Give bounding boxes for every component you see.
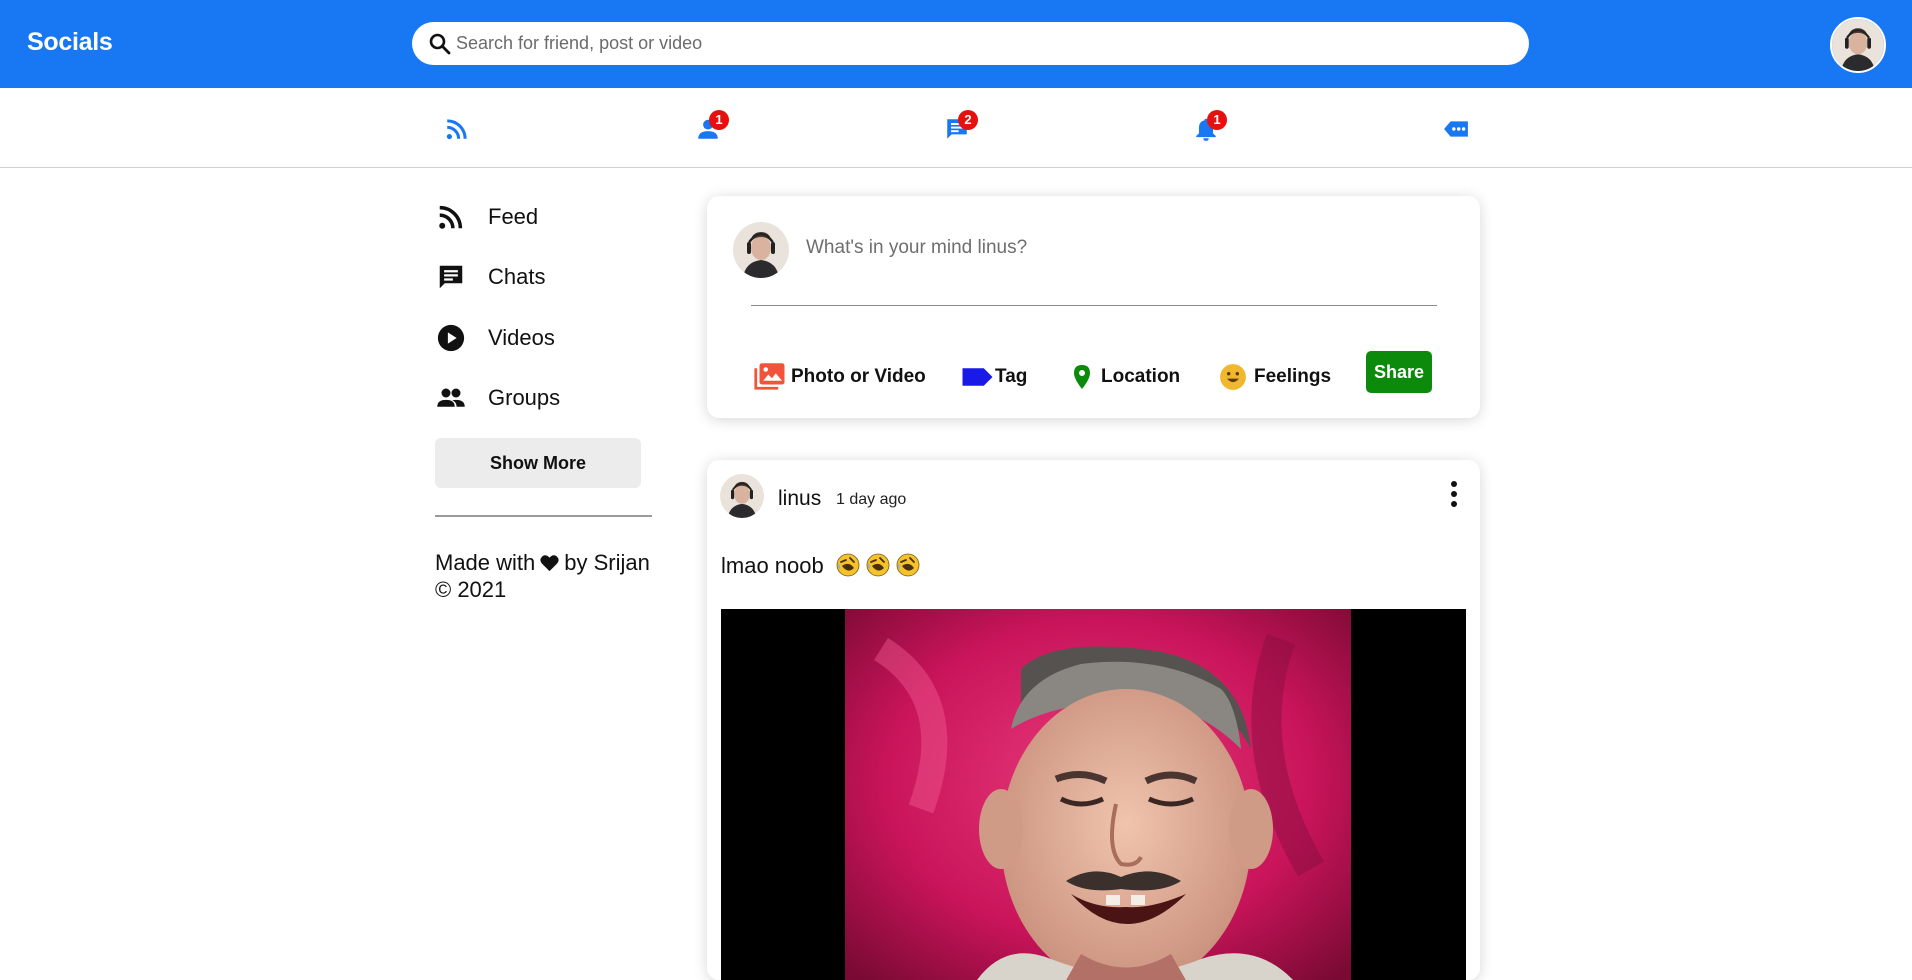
post-card: linus 1 day ago lmao noob xyxy=(707,460,1480,980)
rolling-laughing-emoji-icon xyxy=(896,553,920,577)
profile-avatar[interactable] xyxy=(1830,17,1886,73)
sidebar-item-label: Groups xyxy=(488,385,561,410)
heart-icon xyxy=(540,555,559,572)
sidebar-item-chats[interactable]: Chats xyxy=(435,255,655,295)
post-author-name[interactable]: linus xyxy=(778,487,821,511)
search-icon xyxy=(429,33,451,55)
location-label: Location xyxy=(1101,366,1181,387)
photo-video-label: Photo or Video xyxy=(791,366,926,387)
feelings-option[interactable]: Feelings xyxy=(1219,356,1339,396)
sidebar-item-feed[interactable]: Feed xyxy=(435,195,655,235)
emoji-smile-icon xyxy=(1220,364,1246,390)
profile-photo-icon xyxy=(720,474,764,518)
post-timestamp: 1 day ago xyxy=(836,491,907,508)
search-input[interactable] xyxy=(456,22,1516,65)
sidebar-divider xyxy=(435,515,652,517)
post-author-avatar[interactable] xyxy=(720,474,764,518)
post-composer: Photo or Video Tag Location Feelings Sha… xyxy=(707,196,1480,418)
footer-credit: Made with by Srijan © 2021 xyxy=(435,549,675,603)
post-text: lmao noob xyxy=(721,553,920,579)
main-nav: 1 2 1 xyxy=(0,88,1912,168)
more-label-icon xyxy=(1444,121,1468,137)
play-circle-icon xyxy=(437,324,465,352)
more-vert-icon[interactable] xyxy=(1442,478,1466,510)
rolling-laughing-emoji-icon xyxy=(866,553,890,577)
profile-photo-icon xyxy=(1832,19,1884,71)
search-bar[interactable] xyxy=(412,22,1529,65)
location-pin-icon xyxy=(1074,365,1090,389)
chats-badge: 2 xyxy=(958,110,978,130)
rss-feed-icon xyxy=(439,205,463,229)
nav-chats[interactable]: 2 xyxy=(934,106,978,150)
footer-by: by Srijan xyxy=(564,550,650,575)
share-button[interactable]: Share xyxy=(1366,351,1432,393)
tag-option[interactable]: Tag xyxy=(961,356,1031,396)
label-icon xyxy=(962,368,993,386)
nav-friends[interactable]: 1 xyxy=(685,106,729,150)
composer-avatar xyxy=(733,222,789,278)
nav-more[interactable] xyxy=(1433,106,1477,150)
laughing-man-image xyxy=(721,609,1466,980)
composer-input[interactable] xyxy=(806,230,1456,266)
footer-copyright: © 2021 xyxy=(435,577,507,602)
footer-made-with: Made with xyxy=(435,550,536,575)
post-text-content: lmao noob xyxy=(721,553,824,578)
notifications-badge: 1 xyxy=(1207,110,1227,130)
show-more-button[interactable]: Show More xyxy=(435,438,641,488)
sidebar-item-label: Videos xyxy=(488,325,555,350)
top-bar: Socials xyxy=(0,0,1912,88)
rolling-laughing-emoji-icon xyxy=(836,553,860,577)
photo-video-option[interactable]: Photo or Video xyxy=(753,356,926,396)
nav-notifications[interactable]: 1 xyxy=(1183,106,1227,150)
rss-feed-icon xyxy=(446,119,467,140)
nav-feed[interactable] xyxy=(434,106,478,150)
friends-badge: 1 xyxy=(709,110,729,130)
group-icon xyxy=(437,388,465,407)
post-media[interactable] xyxy=(721,609,1466,980)
location-option[interactable]: Location xyxy=(1069,356,1189,396)
feelings-label: Feelings xyxy=(1254,366,1332,387)
profile-photo-icon xyxy=(733,222,789,278)
tag-label: Tag xyxy=(995,366,1028,387)
sidebar-item-label: Chats xyxy=(488,264,546,289)
sidebar-item-groups[interactable]: Groups xyxy=(435,376,655,416)
sidebar-item-label: Feed xyxy=(488,204,539,229)
photo-library-icon xyxy=(754,363,785,390)
composer-divider xyxy=(751,305,1437,306)
chat-icon xyxy=(439,265,463,289)
sidebar-item-videos[interactable]: Videos xyxy=(435,316,655,356)
app-logo[interactable]: Socials xyxy=(27,28,113,57)
